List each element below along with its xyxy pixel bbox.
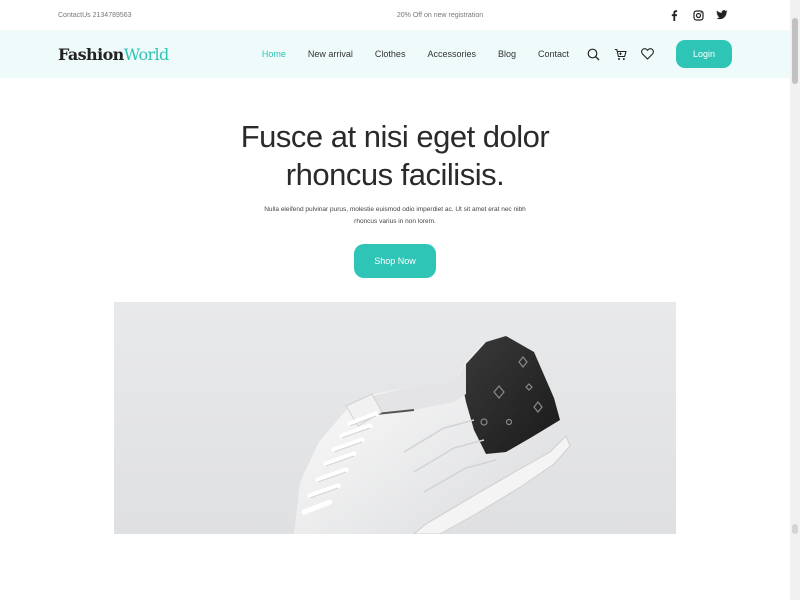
nav-clothes[interactable]: Clothes — [375, 49, 406, 59]
heart-icon[interactable] — [641, 47, 654, 61]
scrollbar-thumb[interactable] — [792, 18, 798, 84]
search-icon[interactable] — [587, 48, 600, 61]
twitter-icon[interactable] — [716, 9, 728, 21]
hero-subtitle-line-1: Nulla eleifend pulvinar purus, molestie … — [264, 206, 526, 213]
nav-contact[interactable]: Contact — [538, 49, 569, 59]
top-bar: ContactUs 2134789563 20% Off on new regi… — [0, 0, 790, 30]
promo-text: 20% Off on new registration — [396, 11, 484, 19]
sneaker-illustration — [294, 336, 571, 534]
nav-blog[interactable]: Blog — [498, 49, 516, 59]
social-links — [612, 9, 732, 21]
logo-accent-text: World — [123, 44, 170, 64]
nav-home[interactable]: Home — [262, 49, 286, 59]
page-scrollbar[interactable] — [790, 0, 800, 600]
hero-product-image — [114, 302, 676, 534]
main-navbar: FashionWorld Home New arrival Clothes Ac… — [0, 30, 790, 78]
hero-title: Fusce at nisi eget dolor rhoncus facilis… — [0, 118, 790, 194]
nav-accessories[interactable]: Accessories — [427, 49, 476, 59]
hero-section: Fusce at nisi eget dolor rhoncus facilis… — [0, 78, 790, 278]
hero-title-line-2: rhoncus facilisis. — [285, 157, 505, 192]
instagram-icon[interactable] — [692, 9, 704, 21]
shop-now-button[interactable]: Shop Now — [354, 244, 436, 278]
scrollbar-thumb-lower — [792, 524, 798, 534]
cart-icon[interactable] — [614, 48, 627, 61]
logo-main-text: Fashion — [58, 44, 124, 64]
facebook-icon[interactable] — [668, 9, 680, 21]
hero-title-line-1: Fusce at nisi eget dolor — [240, 119, 550, 154]
nav-new-arrival[interactable]: New arrival — [308, 49, 353, 59]
contact-info: ContactUs 2134789563 — [58, 11, 132, 19]
nav-icons — [587, 47, 654, 61]
hero-subtitle: Nulla eleifend pulvinar purus, molestie … — [245, 204, 545, 228]
nav-links: Home New arrival Clothes Accessories Blo… — [262, 49, 569, 59]
hero-subtitle-line-2: rhoncus varius in non lorem. — [354, 218, 436, 225]
brand-logo[interactable]: FashionWorld — [58, 45, 169, 64]
login-button[interactable]: Login — [676, 40, 732, 68]
